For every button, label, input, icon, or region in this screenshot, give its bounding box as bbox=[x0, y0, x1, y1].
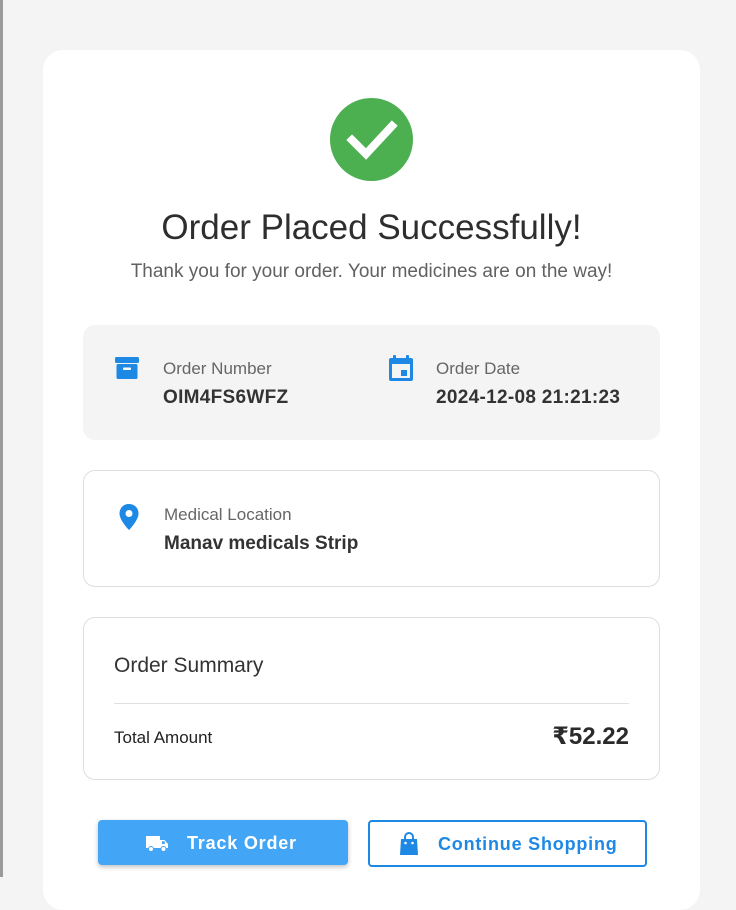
calendar-icon bbox=[387, 354, 415, 382]
track-order-button[interactable]: Track Order bbox=[98, 820, 348, 865]
track-order-label: Track Order bbox=[187, 833, 297, 853]
location-label: Medical Location bbox=[164, 505, 292, 524]
order-info-box: Order Number OIM4FS6WFZ Order Date 2024-… bbox=[83, 325, 660, 440]
page-subtitle: Thank you for your order. Your medicines… bbox=[130, 261, 613, 282]
continue-shopping-button[interactable]: Continue Shopping bbox=[368, 820, 647, 867]
location-pin-icon bbox=[115, 503, 143, 531]
archive-box-icon bbox=[113, 354, 141, 382]
truck-icon bbox=[145, 831, 169, 860]
total-amount-label: Total Amount bbox=[114, 728, 213, 747]
order-date-value: 2024-12-08 21:21:23 bbox=[436, 387, 621, 408]
page-title: Order Placed Successfully! bbox=[161, 208, 582, 247]
location-box: Medical Location Manav medicals Strip bbox=[83, 470, 660, 587]
check-circle-icon bbox=[330, 98, 413, 181]
order-date-label: Order Date bbox=[436, 359, 521, 378]
order-confirmation-card: Order Placed Successfully! Thank you for… bbox=[43, 50, 700, 910]
total-amount-value: ₹52.22 bbox=[552, 723, 629, 750]
location-value: Manav medicals Strip bbox=[164, 533, 359, 554]
order-summary-box: Order Summary Total Amount ₹52.22 bbox=[83, 617, 660, 780]
order-number-value: OIM4FS6WFZ bbox=[163, 387, 289, 408]
window-edge bbox=[0, 0, 3, 877]
summary-title: Order Summary bbox=[114, 654, 264, 677]
continue-shopping-label: Continue Shopping bbox=[438, 834, 618, 854]
summary-divider bbox=[114, 703, 629, 704]
shopping-bag-icon bbox=[398, 832, 420, 861]
order-number-label: Order Number bbox=[163, 359, 272, 378]
